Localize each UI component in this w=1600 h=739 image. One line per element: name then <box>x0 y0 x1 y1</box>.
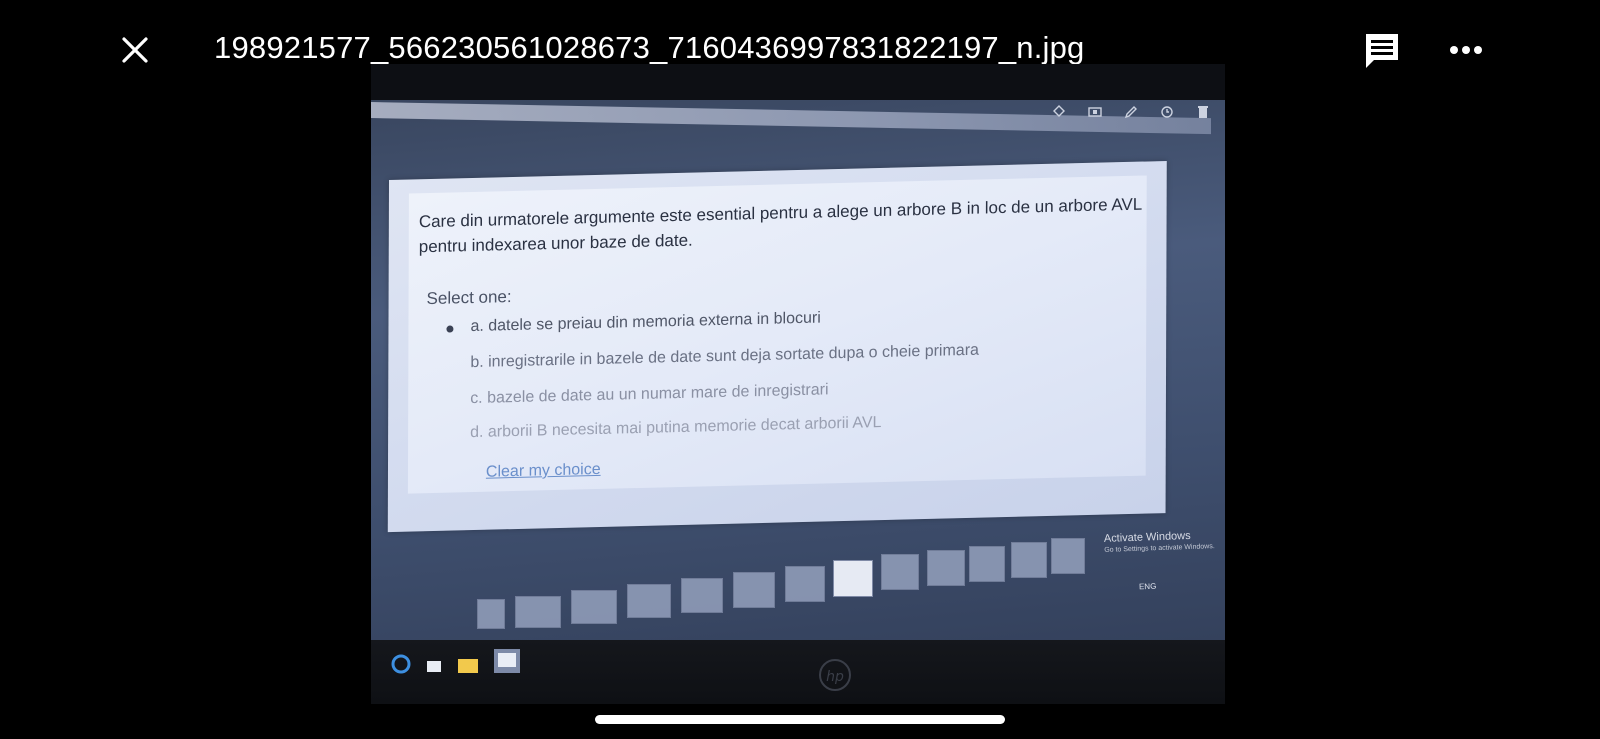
store-icon[interactable] <box>425 656 443 674</box>
filmstrip-thumbnail[interactable] <box>881 554 919 590</box>
filmstrip-thumbnail[interactable] <box>1051 538 1085 574</box>
windows-taskbar <box>391 648 521 674</box>
close-icon <box>122 37 148 63</box>
laptop-top-bezel <box>371 64 1225 100</box>
edge-browser-icon[interactable] <box>391 654 411 674</box>
file-explorer-icon[interactable] <box>457 656 479 674</box>
filmstrip-thumbnail[interactable] <box>969 546 1005 582</box>
filmstrip-thumbnail[interactable] <box>571 590 617 624</box>
file-name-title: 198921577_566230561028673_71604369978318… <box>214 30 1085 65</box>
slideshow-icon[interactable] <box>1087 104 1103 120</box>
more-horizontal-icon <box>1450 46 1482 54</box>
select-one-label: Select one: <box>426 287 512 309</box>
activate-windows-watermark: Activate Windows Go to Settings to activ… <box>1104 529 1215 554</box>
edit-pencil-icon[interactable] <box>1123 104 1139 120</box>
system-tray-language[interactable]: ENG <box>1139 582 1157 592</box>
filmstrip-thumbnail-selected[interactable] <box>833 560 873 597</box>
laptop-photo: Care din urmatorele argumente este esent… <box>371 64 1225 704</box>
rotate-icon[interactable] <box>1159 104 1175 120</box>
delete-icon[interactable] <box>1195 104 1211 120</box>
filmstrip-thumbnail[interactable] <box>785 566 825 602</box>
clear-my-choice-link[interactable]: Clear my choice <box>486 461 601 482</box>
filmstrip-thumbnail[interactable] <box>515 596 561 628</box>
filmstrip-thumbnail[interactable] <box>477 599 505 629</box>
filmstrip-thumbnail[interactable] <box>733 572 775 608</box>
comment-button[interactable] <box>1362 30 1402 70</box>
photos-app-toolbar <box>1051 104 1211 120</box>
svg-text:hp: hp <box>826 669 844 685</box>
more-options-button[interactable] <box>1446 36 1486 64</box>
activate-windows-title: Activate Windows <box>1103 529 1191 545</box>
hp-logo: hp <box>819 659 851 691</box>
photos-app-icon[interactable] <box>493 648 521 674</box>
share-icon[interactable] <box>1051 104 1067 120</box>
close-button[interactable] <box>116 31 154 69</box>
filmstrip-thumbnail[interactable] <box>1011 542 1047 578</box>
home-indicator-bar[interactable] <box>595 715 1005 724</box>
quiz-question-panel: Care din urmatorele argumente este esent… <box>387 160 1167 533</box>
filmstrip-thumbnail[interactable] <box>927 550 965 586</box>
filmstrip-thumbnail[interactable] <box>627 584 671 618</box>
comment-icon <box>1366 34 1398 68</box>
filmstrip-thumbnail[interactable] <box>681 578 723 613</box>
